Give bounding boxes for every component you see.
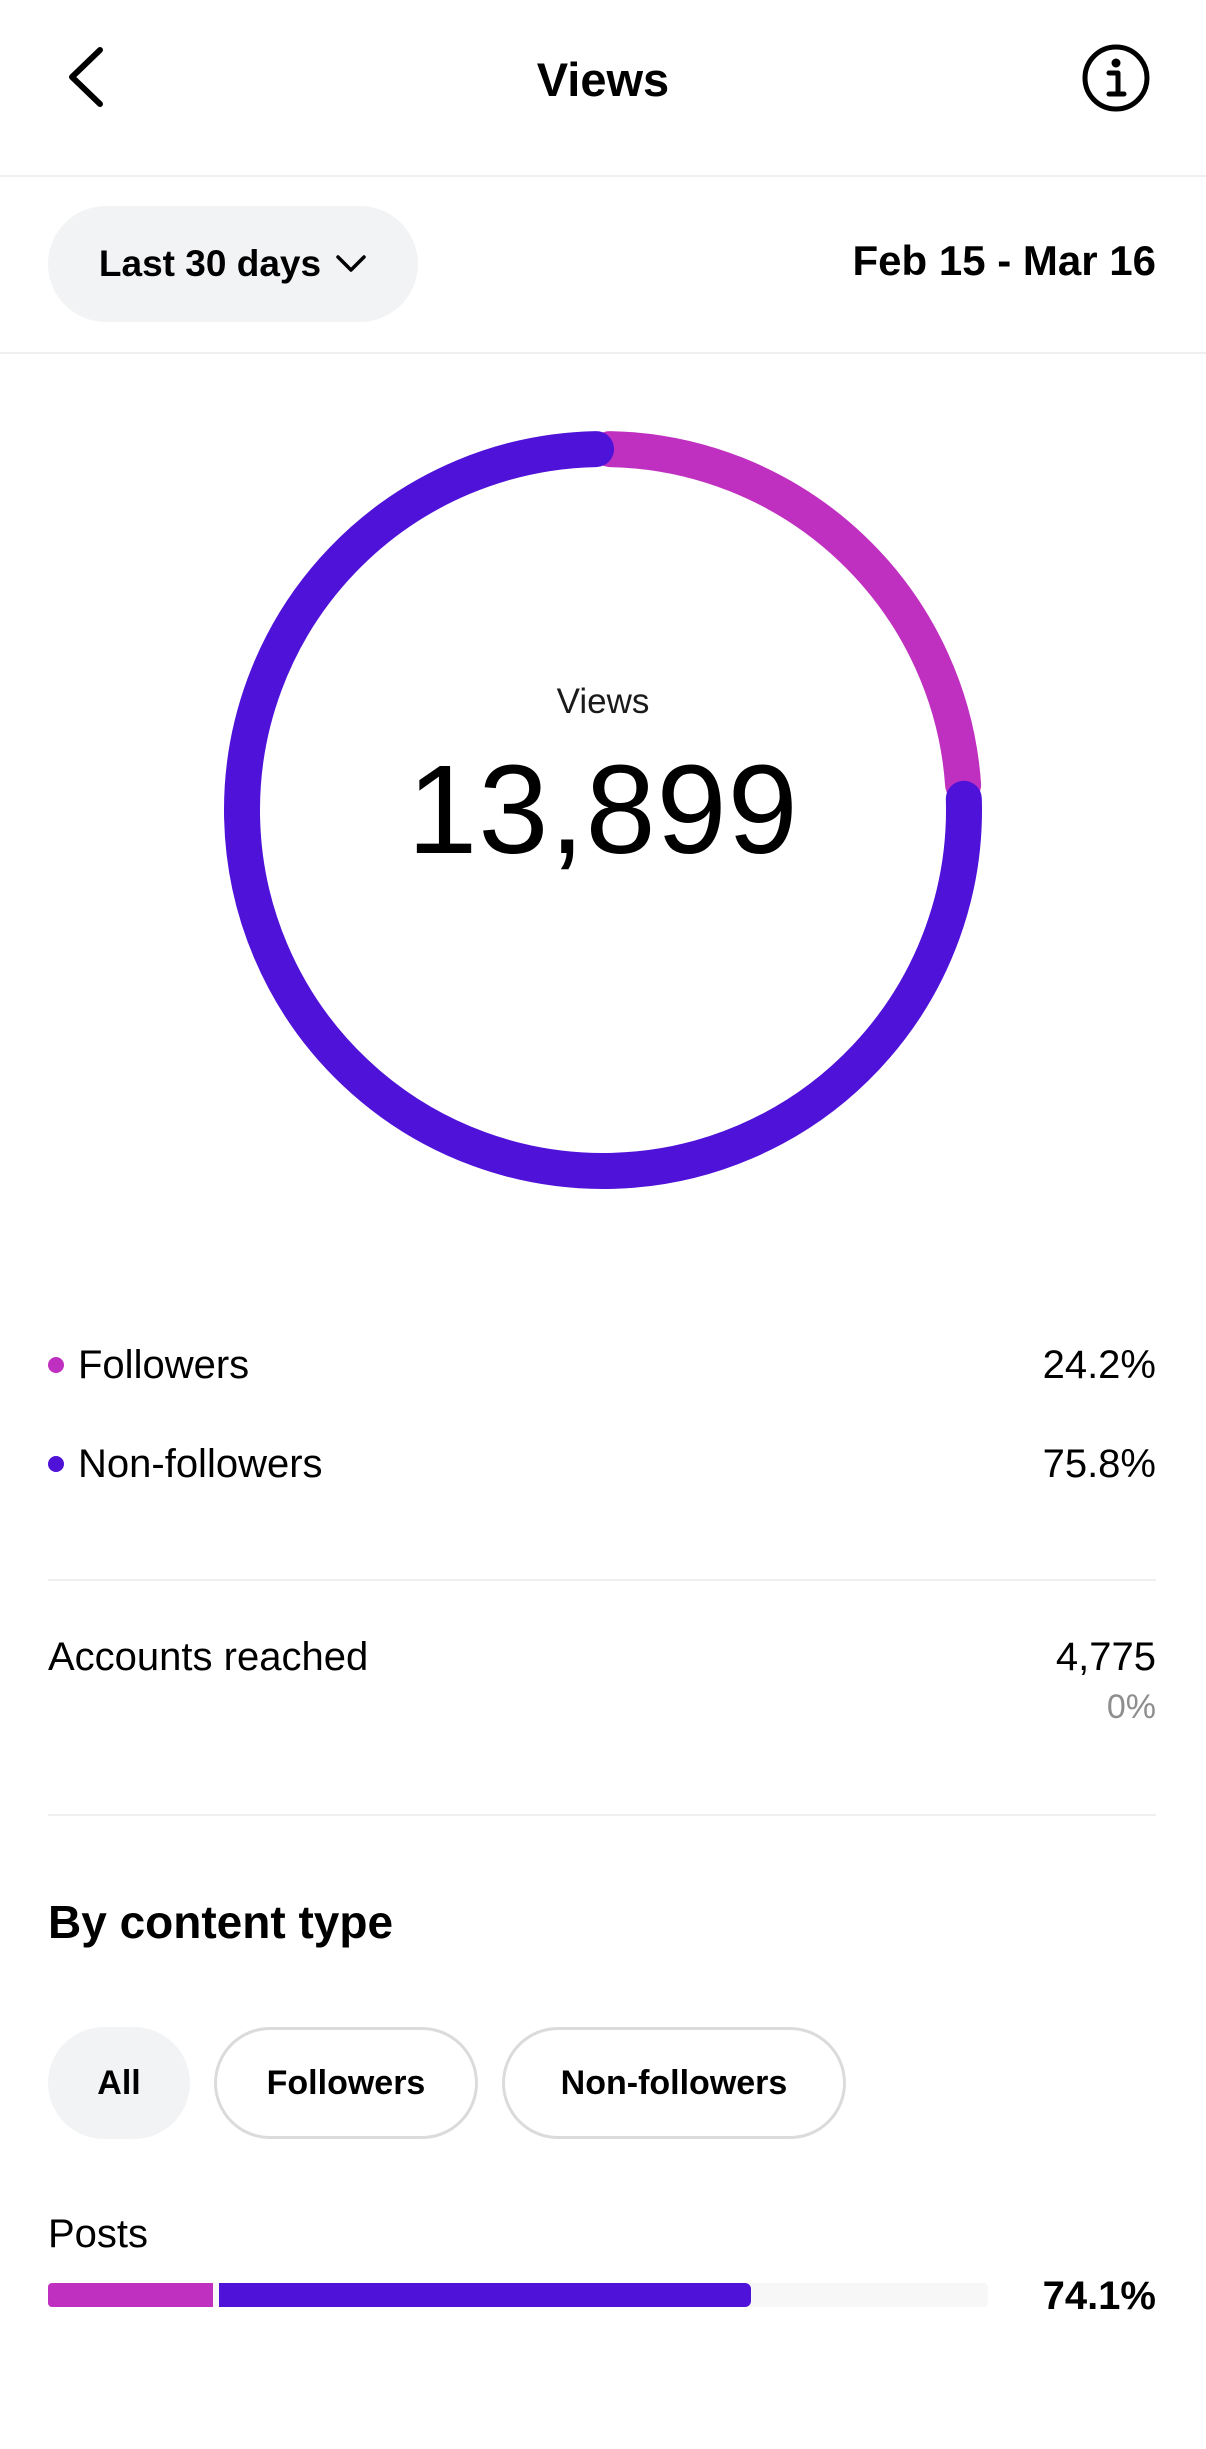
chip-non-followers[interactable]: Non-followers <box>502 2027 846 2139</box>
accounts-reached-change: 0% <box>1106 1688 1156 1726</box>
posts-bar <box>48 2283 988 2307</box>
posts-percent: 74.1% <box>1042 2274 1156 2318</box>
legend-non-followers: Non-followers 75.8% <box>48 1434 1156 1494</box>
accounts-reached-value: 4,775 <box>1055 1635 1156 1679</box>
date-range-dropdown-label: Last 30 days <box>98 243 322 284</box>
legend-followers-label: Followers <box>78 1342 250 1387</box>
section-title: By content type <box>48 1896 394 1948</box>
divider <box>48 1814 1156 1816</box>
divider <box>48 1579 1156 1581</box>
total-views-value: 13,899 <box>407 739 799 880</box>
info-circle-icon <box>1082 44 1150 112</box>
info-button[interactable] <box>1080 42 1152 114</box>
accounts-reached-label: Accounts reached <box>48 1635 369 1679</box>
donut-center-label: Views <box>556 682 650 721</box>
views-donut-chart: Views 13,899 <box>0 352 1206 1252</box>
date-range-dropdown[interactable]: Last 30 days <box>48 206 418 322</box>
legend-followers-value: 24.2% <box>1042 1342 1156 1387</box>
date-range-text: Feb 15 - Mar 16 <box>852 237 1156 284</box>
posts-bar-followers-segment <box>48 2283 213 2307</box>
non-followers-dot <box>48 1456 64 1472</box>
top-bar: Views <box>0 0 1206 177</box>
posts-bar-non-followers-segment <box>219 2283 751 2307</box>
legend-non-followers-value: 75.8% <box>1042 1441 1156 1486</box>
page-title: Views <box>536 53 670 106</box>
filter-bar: Last 30 days Feb 15 - Mar 16 <box>0 175 1206 354</box>
chevron-down-icon <box>336 255 366 272</box>
chip-followers[interactable]: Followers <box>214 2027 478 2139</box>
legend-non-followers-label: Non-followers <box>78 1441 323 1486</box>
donut-slice-followers <box>591 431 982 803</box>
posts-label: Posts <box>48 2212 149 2256</box>
audience-filter-chips: All Followers Non-followers <box>48 2027 846 2139</box>
legend-followers: Followers 24.2% <box>48 1335 1156 1395</box>
chip-all[interactable]: All <box>48 2027 190 2139</box>
followers-dot <box>48 1357 64 1373</box>
